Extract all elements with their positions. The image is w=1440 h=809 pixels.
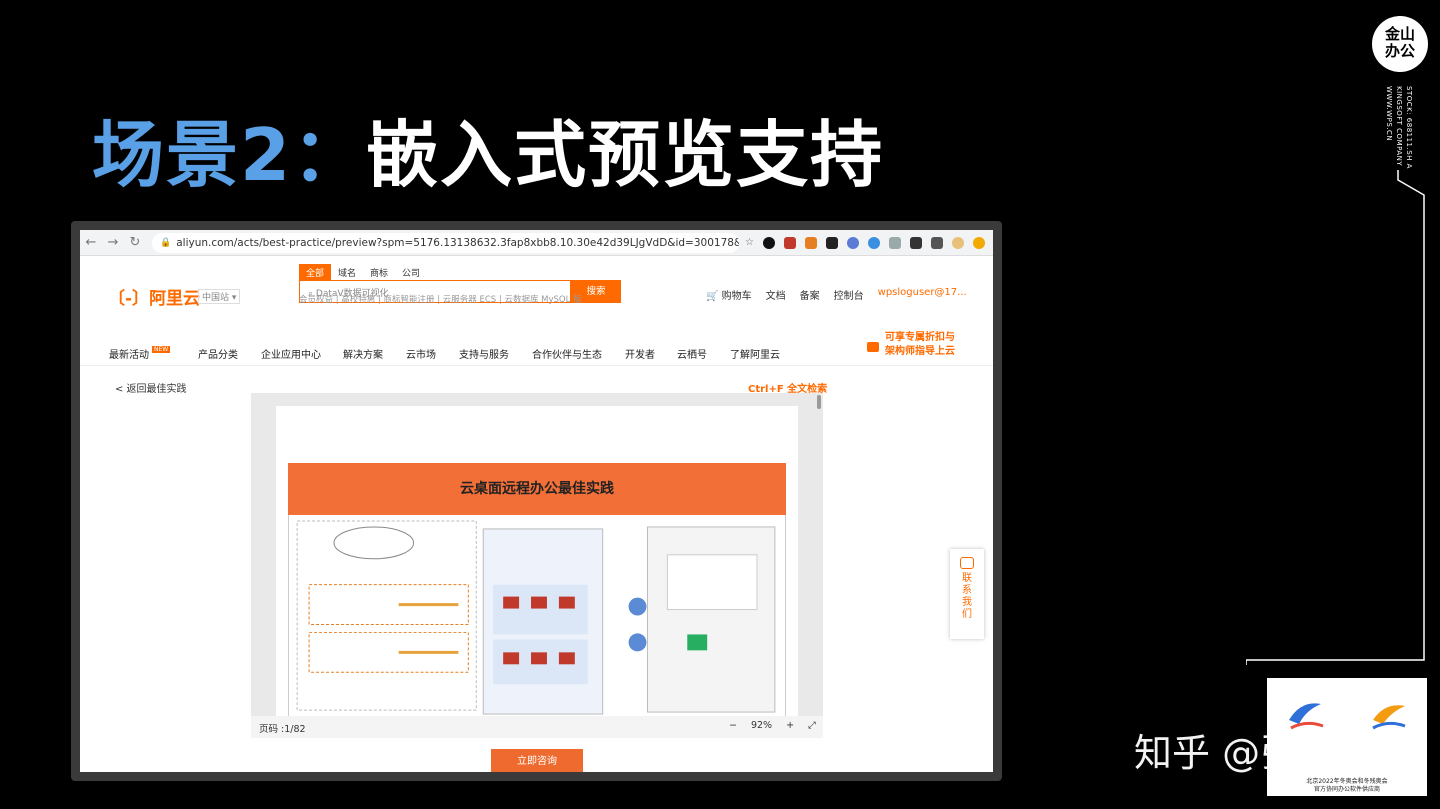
browser-window: ← → ↻ 🔒 aliyun.com/acts/best-practice/pr… bbox=[80, 230, 993, 772]
search-hints[interactable]: 会员权益 | 高校特惠 | 商标智能注册 | 云服务器 ECS | 云数据库 M… bbox=[299, 293, 582, 305]
architecture-diagram bbox=[288, 515, 786, 716]
document-title: 云桌面远程办公最佳实践 bbox=[288, 463, 786, 515]
zoom-controls: − 92% + ⤢ bbox=[729, 720, 816, 731]
tab-domain[interactable]: 域名 bbox=[331, 264, 363, 281]
extension-icon[interactable] bbox=[847, 236, 859, 249]
promo-text[interactable]: 可享专属折扣与 架构师指导上云 bbox=[885, 331, 955, 359]
extension-icon[interactable] bbox=[763, 236, 775, 249]
extensions-bar: ☆ bbox=[745, 236, 993, 249]
back-link[interactable]: < 返回最佳实践 bbox=[115, 380, 187, 395]
extension-icon[interactable] bbox=[889, 236, 901, 249]
avatar[interactable] bbox=[952, 236, 964, 249]
extension-icon[interactable] bbox=[973, 236, 985, 249]
user-account[interactable]: wpsloguser@17... bbox=[878, 287, 967, 302]
cart-link[interactable]: 🛒 购物车 bbox=[706, 287, 752, 302]
new-badge: NEW bbox=[152, 346, 171, 353]
contact-us-widget[interactable]: 联 系 我 们 bbox=[950, 549, 984, 639]
search-tabs: 全部 域名 商标 公司 bbox=[299, 264, 427, 281]
promo-line: 架构师指导上云 bbox=[885, 346, 955, 357]
extension-icon[interactable] bbox=[910, 236, 922, 249]
menu-item-partners[interactable]: 合作伙伴与生态 bbox=[532, 346, 602, 361]
page-indicator: 页码 :1/82 bbox=[259, 724, 306, 735]
menu-item-solutions[interactable]: 解决方案 bbox=[343, 346, 383, 361]
reload-icon[interactable]: ↻ bbox=[124, 235, 146, 250]
stock-info: STOCK: 688111.SH A KINGSOFT COMPANY WWW.… bbox=[1385, 86, 1413, 169]
star-icon[interactable]: ☆ bbox=[745, 237, 754, 249]
zoom-out-button[interactable]: − bbox=[729, 720, 737, 731]
extension-icon[interactable] bbox=[784, 236, 796, 249]
extension-icon[interactable] bbox=[805, 236, 817, 249]
contact-char: 系 bbox=[962, 585, 972, 596]
fullscreen-icon[interactable]: ⤢ bbox=[808, 720, 816, 731]
lock-icon: 🔒 bbox=[160, 237, 172, 248]
menu-item-developers[interactable]: 开发者 bbox=[625, 346, 655, 361]
zoom-level: 92% bbox=[750, 720, 773, 731]
filing-link[interactable]: 备案 bbox=[800, 287, 820, 302]
viewer-footer: 页码 :1/82 − 92% + ⤢ bbox=[251, 716, 823, 738]
slide: 场景2：嵌入式预览支持 金山 办公 STOCK: 688111.SH A KING… bbox=[0, 0, 1440, 809]
console-link[interactable]: 控制台 bbox=[834, 287, 864, 302]
zoom-in-button[interactable]: + bbox=[786, 720, 794, 731]
zhihu-watermark: 知乎 @张李明 bbox=[1134, 731, 1375, 775]
menu-item-products[interactable]: 产品分类 bbox=[198, 346, 238, 361]
decorative-line bbox=[1246, 170, 1425, 665]
slide-title: 场景2：嵌入式预览支持 bbox=[92, 96, 884, 201]
forward-icon[interactable]: → bbox=[102, 235, 124, 250]
puzzle-icon[interactable] bbox=[931, 236, 943, 249]
docs-link[interactable]: 文档 bbox=[766, 287, 786, 302]
back-icon[interactable]: ← bbox=[80, 235, 102, 250]
url-text: aliyun.com/acts/best-practice/preview?sp… bbox=[176, 236, 740, 249]
menu-item-yunqi[interactable]: 云栖号 bbox=[677, 346, 707, 361]
document-viewer[interactable]: 云桌面远程办公最佳实践 bbox=[251, 393, 823, 716]
title-topic: 嵌入式预览支持 bbox=[366, 113, 885, 197]
kingsoft-logo: 金山 办公 bbox=[1372, 16, 1428, 72]
olympic-caption: 北京2022年冬奥会和冬残奥会 官方协同办公软件供应商 bbox=[1306, 778, 1388, 793]
extension-icon[interactable] bbox=[826, 236, 838, 249]
tab-company[interactable]: 公司 bbox=[395, 264, 427, 281]
address-bar[interactable]: 🔒 aliyun.com/acts/best-practice/preview?… bbox=[152, 232, 740, 253]
menu-item-market[interactable]: 云市场 bbox=[406, 346, 436, 361]
browser-toolbar: ← → ↻ 🔒 aliyun.com/acts/best-practice/pr… bbox=[80, 230, 993, 256]
menu-item-about[interactable]: 了解阿里云 bbox=[730, 346, 780, 361]
tab-all[interactable]: 全部 bbox=[299, 264, 332, 281]
header-links: 🛒 购物车 文档 备案 控制台 wpsloguser@17... bbox=[706, 287, 967, 302]
chat-icon bbox=[960, 557, 974, 569]
main-menu: 最新活动NEW 产品分类 企业应用中心 解决方案 云市场 支持与服务 合作伙伴与… bbox=[80, 338, 993, 366]
aliyun-logo[interactable]: 〔-〕阿里云 bbox=[108, 284, 200, 309]
contact-char: 联 bbox=[962, 573, 972, 584]
extension-icon[interactable] bbox=[868, 236, 880, 249]
menu-item-activities[interactable]: 最新活动NEW bbox=[109, 346, 171, 361]
document-page: 云桌面远程办公最佳实践 bbox=[276, 406, 798, 716]
contact-char: 我 bbox=[962, 597, 972, 608]
tab-trademark[interactable]: 商标 bbox=[363, 264, 395, 281]
chat-icon bbox=[867, 342, 879, 352]
title-scene: 场景2： bbox=[92, 113, 367, 197]
consult-button[interactable]: 立即咨询 bbox=[491, 749, 583, 772]
contact-char: 们 bbox=[962, 609, 972, 620]
menu-item-support[interactable]: 支持与服务 bbox=[459, 346, 509, 361]
region-select[interactable]: 中国站 ▾ bbox=[198, 289, 241, 304]
menu-item-enterprise[interactable]: 企业应用中心 bbox=[261, 346, 321, 361]
promo-line: 可享专属折扣与 bbox=[885, 332, 955, 343]
browser-screenshot: ← → ↻ 🔒 aliyun.com/acts/best-practice/pr… bbox=[71, 221, 1002, 781]
viewer-scrollbar[interactable] bbox=[817, 395, 821, 409]
